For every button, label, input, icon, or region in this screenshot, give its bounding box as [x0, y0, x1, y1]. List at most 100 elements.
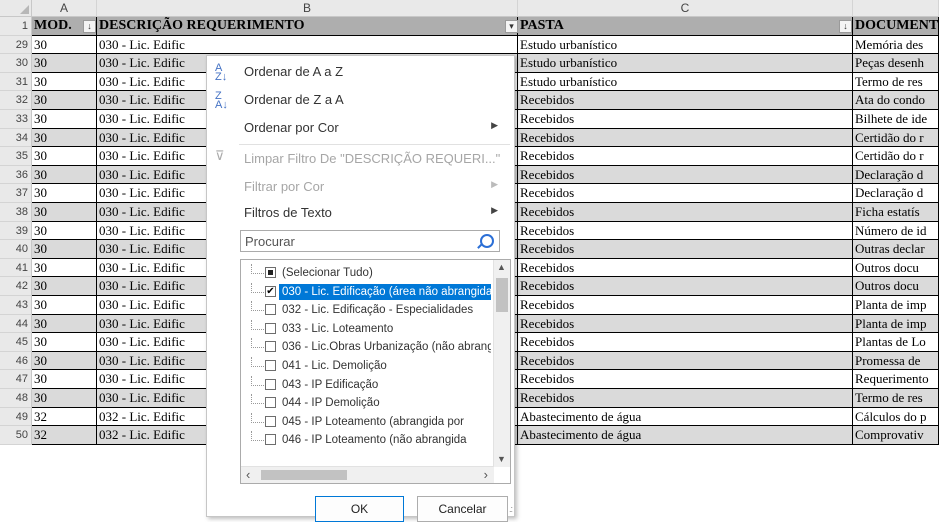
filter-list-item[interactable]: 044 - IP Demolição: [241, 394, 491, 412]
checkbox-icon[interactable]: [265, 434, 276, 446]
cell-mod[interactable]: 30: [32, 296, 97, 315]
scroll-up-icon[interactable]: ▲: [497, 262, 506, 272]
cell-doc[interactable]: Termo de res: [853, 389, 939, 408]
row-number[interactable]: 32: [0, 91, 32, 110]
cell-pasta[interactable]: Recebidos: [518, 258, 853, 278]
cell-doc[interactable]: Certidão do r: [853, 147, 939, 166]
filter-list-item[interactable]: 045 - IP Loteamento (abrangida por: [241, 412, 491, 431]
select-all-corner[interactable]: [0, 0, 32, 17]
column-header-b[interactable]: B: [97, 0, 518, 17]
row-number[interactable]: 1: [0, 17, 32, 36]
cell-pasta[interactable]: Recebidos: [518, 296, 853, 315]
cell-doc[interactable]: Planta de imp: [853, 314, 939, 334]
column-header-d[interactable]: [853, 0, 939, 17]
cell-doc[interactable]: Bilhete de ide: [853, 110, 939, 129]
filter-list-item[interactable]: 046 - IP Loteamento (não abrangida: [241, 431, 491, 449]
row-number[interactable]: 35: [0, 147, 32, 166]
list-horizontal-scrollbar[interactable]: ‹ ›: [241, 466, 494, 483]
checkbox-checked-icon[interactable]: ✔: [265, 285, 276, 297]
column-header-a[interactable]: A: [32, 0, 97, 17]
cancel-button[interactable]: Cancelar: [417, 496, 508, 522]
cell-mod[interactable]: 30: [32, 91, 97, 110]
filter-values-list[interactable]: (Selecionar Tudo) ✔ 030 - Lic. Edificação …: [240, 259, 511, 484]
row-number[interactable]: 49: [0, 407, 32, 427]
cell-doc[interactable]: Peças desenh: [853, 54, 939, 73]
row-number[interactable]: 42: [0, 277, 32, 296]
checkbox-partial-icon[interactable]: [265, 267, 276, 278]
checkbox-icon[interactable]: [265, 397, 276, 409]
ok-button[interactable]: OK: [315, 496, 404, 522]
cell-pasta[interactable]: Recebidos: [518, 333, 853, 352]
resize-grip-icon[interactable]: .:: [509, 504, 513, 514]
cell-mod[interactable]: 30: [32, 277, 97, 296]
checkbox-icon[interactable]: [265, 360, 276, 371]
filter-list-item[interactable]: (Selecionar Tudo): [241, 264, 491, 282]
filter-list-item[interactable]: 043 - IP Edificação: [241, 375, 491, 394]
cell-desc[interactable]: 030 - Lic. Edific: [97, 35, 518, 55]
horizontal-scroll-thumb[interactable]: [261, 470, 347, 480]
scroll-down-icon[interactable]: ▼: [497, 454, 506, 464]
cell-mod[interactable]: 30: [32, 203, 97, 222]
header-cell-descricao[interactable]: DESCRIÇÃO REQUERIMENTO: [97, 17, 518, 36]
filter-list-item[interactable]: 033 - Lic. Loteamento: [241, 319, 491, 338]
row-number[interactable]: 30: [0, 54, 32, 73]
cell-doc[interactable]: Planta de imp: [853, 296, 939, 315]
cell-pasta[interactable]: Recebidos: [518, 128, 853, 148]
cell-doc[interactable]: Declaração d: [853, 184, 939, 203]
row-number[interactable]: 39: [0, 221, 32, 241]
header-cell-documento[interactable]: DOCUMENT: [853, 17, 939, 36]
cell-mod[interactable]: 30: [32, 147, 97, 166]
checkbox-icon[interactable]: [265, 341, 276, 353]
cell-doc[interactable]: Requerimento: [853, 370, 939, 389]
cell-mod[interactable]: 30: [32, 35, 97, 55]
cell-doc[interactable]: Promessa de: [853, 351, 939, 371]
cell-doc[interactable]: Termo de res: [853, 72, 939, 92]
cell-mod[interactable]: 30: [32, 128, 97, 148]
checkbox-icon[interactable]: [265, 304, 276, 316]
row-number[interactable]: 43: [0, 296, 32, 315]
cell-mod[interactable]: 30: [32, 184, 97, 203]
cell-doc[interactable]: Memória des: [853, 35, 939, 55]
cell-pasta[interactable]: Abastecimento de água: [518, 426, 853, 445]
cell-mod[interactable]: 30: [32, 370, 97, 389]
row-number[interactable]: 31: [0, 72, 32, 92]
cell-pasta[interactable]: Recebidos: [518, 370, 853, 389]
cell-mod[interactable]: 30: [32, 351, 97, 371]
checkbox-icon[interactable]: [265, 378, 276, 390]
cell-mod[interactable]: 30: [32, 54, 97, 73]
row-number[interactable]: 44: [0, 314, 32, 334]
scroll-right-icon[interactable]: ›: [484, 467, 488, 482]
cell-doc[interactable]: Comprovativ: [853, 426, 939, 445]
filter-dropdown-button[interactable]: ↓: [839, 20, 852, 33]
row-number[interactable]: 29: [0, 35, 32, 55]
cell-pasta[interactable]: Abastecimento de água: [518, 407, 853, 427]
cell-pasta[interactable]: Recebidos: [518, 389, 853, 408]
vertical-scroll-thumb[interactable]: [496, 278, 508, 312]
cell-mod[interactable]: 30: [32, 72, 97, 92]
row-number[interactable]: 33: [0, 110, 32, 129]
cell-pasta[interactable]: Recebidos: [518, 240, 853, 259]
filter-list-item[interactable]: ✔ 030 - Lic. Edificação (área não abrangi…: [241, 282, 491, 301]
text-filters-item[interactable]: Filtros de Texto ▶: [207, 201, 512, 227]
row-number[interactable]: 40: [0, 240, 32, 259]
sort-by-color-item[interactable]: Ordenar por Cor ▶: [207, 116, 512, 142]
cell-mod[interactable]: 30: [32, 165, 97, 185]
cell-pasta[interactable]: Recebidos: [518, 165, 853, 185]
cell-pasta[interactable]: Recebidos: [518, 203, 853, 222]
cell-doc[interactable]: Cálculos do p: [853, 407, 939, 427]
cell-pasta[interactable]: Estudo urbanístico: [518, 35, 853, 55]
row-number[interactable]: 50: [0, 426, 32, 445]
cell-doc[interactable]: Ata do condo: [853, 91, 939, 110]
cell-pasta[interactable]: Recebidos: [518, 110, 853, 129]
column-header-c[interactable]: C: [518, 0, 853, 17]
cell-mod[interactable]: 30: [32, 240, 97, 259]
cell-doc[interactable]: Número de id: [853, 221, 939, 241]
row-number[interactable]: 38: [0, 203, 32, 222]
row-number[interactable]: 46: [0, 351, 32, 371]
header-cell-pasta[interactable]: PASTA: [518, 17, 853, 36]
list-vertical-scrollbar[interactable]: ▲ ▼: [493, 260, 510, 467]
cell-pasta[interactable]: Recebidos: [518, 277, 853, 296]
filter-dropdown-button[interactable]: ▾: [505, 20, 518, 33]
cell-doc[interactable]: Certidão do r: [853, 128, 939, 148]
cell-pasta[interactable]: Recebidos: [518, 147, 853, 166]
